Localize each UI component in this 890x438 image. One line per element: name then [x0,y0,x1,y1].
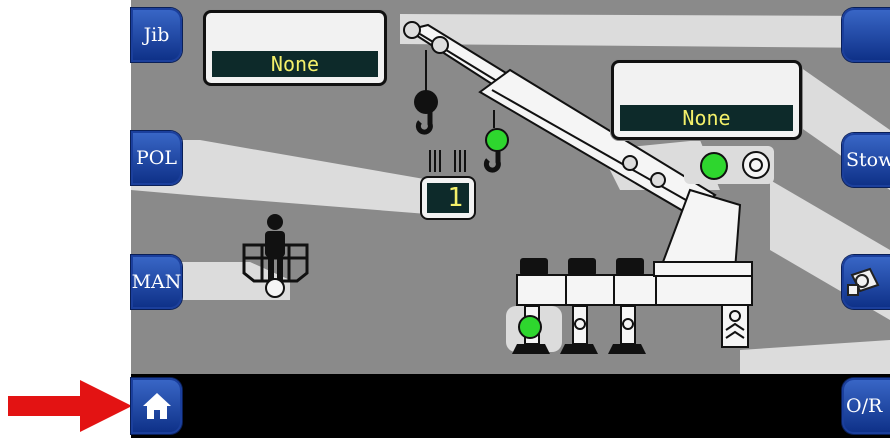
aux-hook-load-panel: None [611,60,802,140]
red-arrow-icon [8,380,132,432]
main-hook-load-value: None [212,51,378,77]
top-right-button[interactable] [842,8,890,62]
outrigger-indicator [518,315,542,339]
aux-hook-indicator [485,128,509,152]
stow-button[interactable]: Stow [842,133,890,187]
bottom-bar [131,374,890,438]
override-button[interactable]: O/R [842,378,890,434]
camera-button[interactable] [842,255,890,309]
aux-hook-load-value: None [620,105,793,131]
turret-indicator [700,152,728,180]
main-hook-load-panel: None [203,10,387,86]
man-button[interactable]: MAN [131,255,182,309]
camera-icon [847,267,880,296]
pol-button[interactable]: POL [131,131,182,185]
home-icon [142,393,171,419]
falls-counter-value: 1 [427,183,469,213]
jib-button[interactable]: Jib [131,8,182,62]
falls-counter[interactable]: 1 [420,176,476,220]
home-button[interactable] [131,378,182,434]
